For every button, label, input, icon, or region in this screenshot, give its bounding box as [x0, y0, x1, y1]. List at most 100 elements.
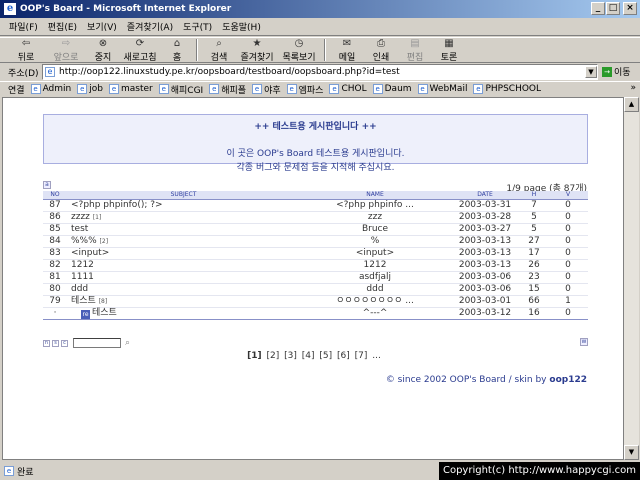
row-subject-link[interactable]: 테스트	[92, 308, 117, 318]
search-subject-toggle-icon[interactable]: s	[52, 339, 59, 347]
link-phpschool[interactable]: e PHPSCHOOL	[473, 84, 541, 94]
reply-icon: re	[81, 309, 90, 319]
page-link[interactable]: [4]	[302, 351, 315, 361]
link-admin[interactable]: e Admin	[30, 84, 71, 94]
row-date: 2003-03-01	[450, 295, 520, 308]
row-no: 80	[43, 283, 67, 296]
board-description: 이 곳은 OOP's Board 테스트용 게시판입니다.	[226, 149, 405, 159]
row-subject-link[interactable]: zzzz	[71, 212, 90, 222]
search-button[interactable]: ⌕ 검색	[202, 37, 236, 63]
page-link-current[interactable]: [1]	[247, 351, 262, 361]
row-name[interactable]: 1212	[300, 259, 450, 272]
scroll-down-icon[interactable]: ▼	[624, 445, 639, 460]
page-link[interactable]: [6]	[337, 351, 350, 361]
page-link[interactable]: [5]	[319, 351, 332, 361]
edit-button[interactable]: ▤ 편집	[398, 37, 432, 63]
row-subject-link[interactable]: 1111	[71, 272, 94, 282]
discuss-button[interactable]: ▦ 토론	[432, 37, 466, 63]
table-row[interactable]: 86 zzzz [1] zzz 2003-03-28 5 0	[43, 211, 588, 224]
row-name[interactable]: ㅇㅇㅇㅇㅇㅇㅇㅇ ...	[300, 295, 450, 308]
link-empas[interactable]: e 엠파스	[286, 83, 323, 96]
vertical-scrollbar[interactable]: ▲ ▼	[624, 97, 639, 460]
page-link[interactable]: [3]	[284, 351, 297, 361]
table-row[interactable]: 81 1111 asdfjalj 2003-03-06 23 0	[43, 271, 588, 284]
link-page-icon: e	[252, 84, 263, 94]
menu-tools[interactable]: 도구(T)	[178, 20, 217, 33]
row-subject-link[interactable]: 1212	[71, 260, 94, 270]
row-name[interactable]: <?php phpinfo ...	[300, 199, 450, 212]
table-row[interactable]: 84 %%% [2] % 2003-03-13 27 0	[43, 235, 588, 248]
minimize-button[interactable]: _	[591, 2, 605, 15]
history-button[interactable]: ◷ 목록보기	[278, 37, 320, 63]
page-link[interactable]: [2]	[267, 351, 280, 361]
admin-icon[interactable]: a	[43, 181, 51, 189]
row-subject-link[interactable]: ddd	[71, 284, 88, 294]
go-button[interactable]: → 이동	[602, 65, 631, 78]
menu-file[interactable]: 파일(F)	[4, 20, 43, 33]
row-name[interactable]: zzz	[300, 211, 450, 224]
maximize-button[interactable]: □	[606, 2, 620, 15]
search-input[interactable]	[73, 338, 121, 348]
link-chol[interactable]: e CHOL	[329, 84, 367, 94]
row-name[interactable]: %	[300, 235, 450, 248]
table-row[interactable]: 80 ddd ddd 2003-03-06 15 0	[43, 283, 588, 296]
search-icon[interactable]: ⌕	[125, 338, 130, 348]
table-row[interactable]: 79 테스트 [8] ㅇㅇㅇㅇㅇㅇㅇㅇ ... 2003-03-01 66 1	[43, 295, 588, 308]
row-subject-link[interactable]: test	[71, 224, 88, 234]
page-link[interactable]: [7]	[355, 351, 368, 361]
write-icon[interactable]: w	[580, 338, 588, 346]
table-row[interactable]: 87 <?php phpinfo(); ?> <?php phpinfo ...…	[43, 199, 588, 212]
footer-author-link[interactable]: oop122	[549, 375, 587, 385]
print-button[interactable]: ⎙ 인쇄	[364, 37, 398, 63]
scroll-up-icon[interactable]: ▲	[624, 97, 639, 112]
page-done-icon: e	[4, 466, 14, 476]
row-subject-link[interactable]: <input>	[71, 248, 109, 258]
search-icon: ⌕	[216, 37, 222, 49]
link-yahoo[interactable]: e 야후	[252, 83, 281, 96]
link-webmail[interactable]: e WebMail	[417, 84, 467, 94]
board-header: ++ 테스트용 게시판입니다 ++ 이 곳은 OOP's Board 테스트용 …	[43, 114, 588, 173]
link-happypol[interactable]: e 해피폴	[209, 83, 246, 96]
row-hits: 66	[520, 295, 548, 308]
address-input[interactable]: e http://oop122.linuxstudy.pe.kr/oopsboa…	[42, 64, 598, 80]
link-daum[interactable]: e Daum	[372, 84, 412, 94]
home-button[interactable]: ⌂ 홈	[162, 37, 192, 63]
stop-button[interactable]: ⊗ 중지	[88, 37, 118, 63]
address-dropdown-icon[interactable]: ▼	[585, 66, 597, 78]
menu-view[interactable]: 보기(V)	[82, 20, 122, 33]
row-name[interactable]: Bruce	[300, 223, 450, 236]
row-no: ·	[43, 307, 67, 320]
table-row[interactable]: 85 test Bruce 2003-03-27 5 0	[43, 223, 588, 236]
table-row-reply[interactable]: · re 테스트 ^---^ 2003-03-12 16 0	[43, 307, 588, 320]
row-name[interactable]: ddd	[300, 283, 450, 296]
row-no: 81	[43, 271, 67, 284]
refresh-button[interactable]: ⟳ 새로고침	[118, 37, 162, 63]
row-name[interactable]: ^---^	[300, 307, 450, 320]
link-job[interactable]: e job	[77, 84, 103, 94]
close-button[interactable]: ×	[623, 2, 637, 15]
menu-help[interactable]: 도움말(H)	[217, 20, 266, 33]
favorites-button[interactable]: ★ 즐겨찾기	[236, 37, 278, 63]
forward-button[interactable]: ⇨ 앞으로	[44, 37, 88, 63]
row-name[interactable]: asdfjalj	[300, 271, 450, 284]
row-subject-link[interactable]: 테스트	[71, 296, 96, 306]
back-button[interactable]: ⇦ 뒤로	[8, 37, 44, 63]
copyright-overlay: Copyright(c) http://www.happycgi.com	[438, 462, 640, 480]
search-content-toggle-icon[interactable]: c	[61, 339, 68, 347]
more-links-icon[interactable]: »	[630, 83, 636, 93]
mail-button[interactable]: ✉ 메일	[330, 37, 364, 63]
page-link-more[interactable]: ...	[372, 351, 381, 361]
header-name: NAME	[300, 191, 450, 200]
table-row[interactable]: 83 <input> <input> 2003-03-13 17 0	[43, 247, 588, 260]
search-name-toggle-icon[interactable]: n	[43, 339, 50, 347]
address-url: http://oop122.linuxstudy.pe.kr/oopsboard…	[59, 67, 400, 77]
link-happycgi[interactable]: e 해피CGI	[158, 83, 203, 96]
row-subject-link[interactable]: <?php phpinfo(); ?>	[71, 200, 163, 210]
row-name[interactable]: <input>	[300, 247, 450, 260]
link-master[interactable]: e master	[108, 84, 153, 94]
header-votes: V	[548, 191, 588, 200]
row-subject-link[interactable]: %%%	[71, 236, 97, 246]
menu-edit[interactable]: 편집(E)	[43, 20, 82, 33]
table-row[interactable]: 82 1212 1212 2003-03-13 26 0	[43, 259, 588, 272]
menu-favorites[interactable]: 즐겨찾기(A)	[122, 20, 178, 33]
